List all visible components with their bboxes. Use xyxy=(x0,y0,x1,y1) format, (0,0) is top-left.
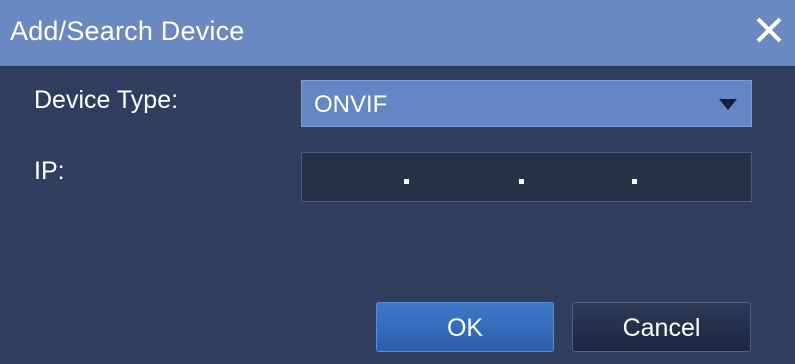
dialog-titlebar: Add/Search Device xyxy=(0,0,795,66)
device-type-value: ONVIF xyxy=(314,91,388,118)
ip-label: IP: xyxy=(34,157,65,185)
close-icon xyxy=(753,12,785,48)
ip-separator-dot xyxy=(632,179,637,184)
ip-separator-dot xyxy=(519,179,524,184)
chevron-down-icon xyxy=(719,98,737,116)
device-type-select[interactable]: ONVIF xyxy=(301,80,752,127)
ip-separator-dot xyxy=(404,179,409,184)
add-search-device-dialog: Add/Search Device Device Type: ONVIF IP:… xyxy=(0,0,795,364)
cancel-button[interactable]: Cancel xyxy=(572,302,751,352)
ip-address-input[interactable] xyxy=(301,152,752,202)
close-button[interactable] xyxy=(753,12,785,48)
ok-button[interactable]: OK xyxy=(376,302,554,352)
dialog-title: Add/Search Device xyxy=(10,16,245,46)
device-type-label: Device Type: xyxy=(34,86,179,114)
